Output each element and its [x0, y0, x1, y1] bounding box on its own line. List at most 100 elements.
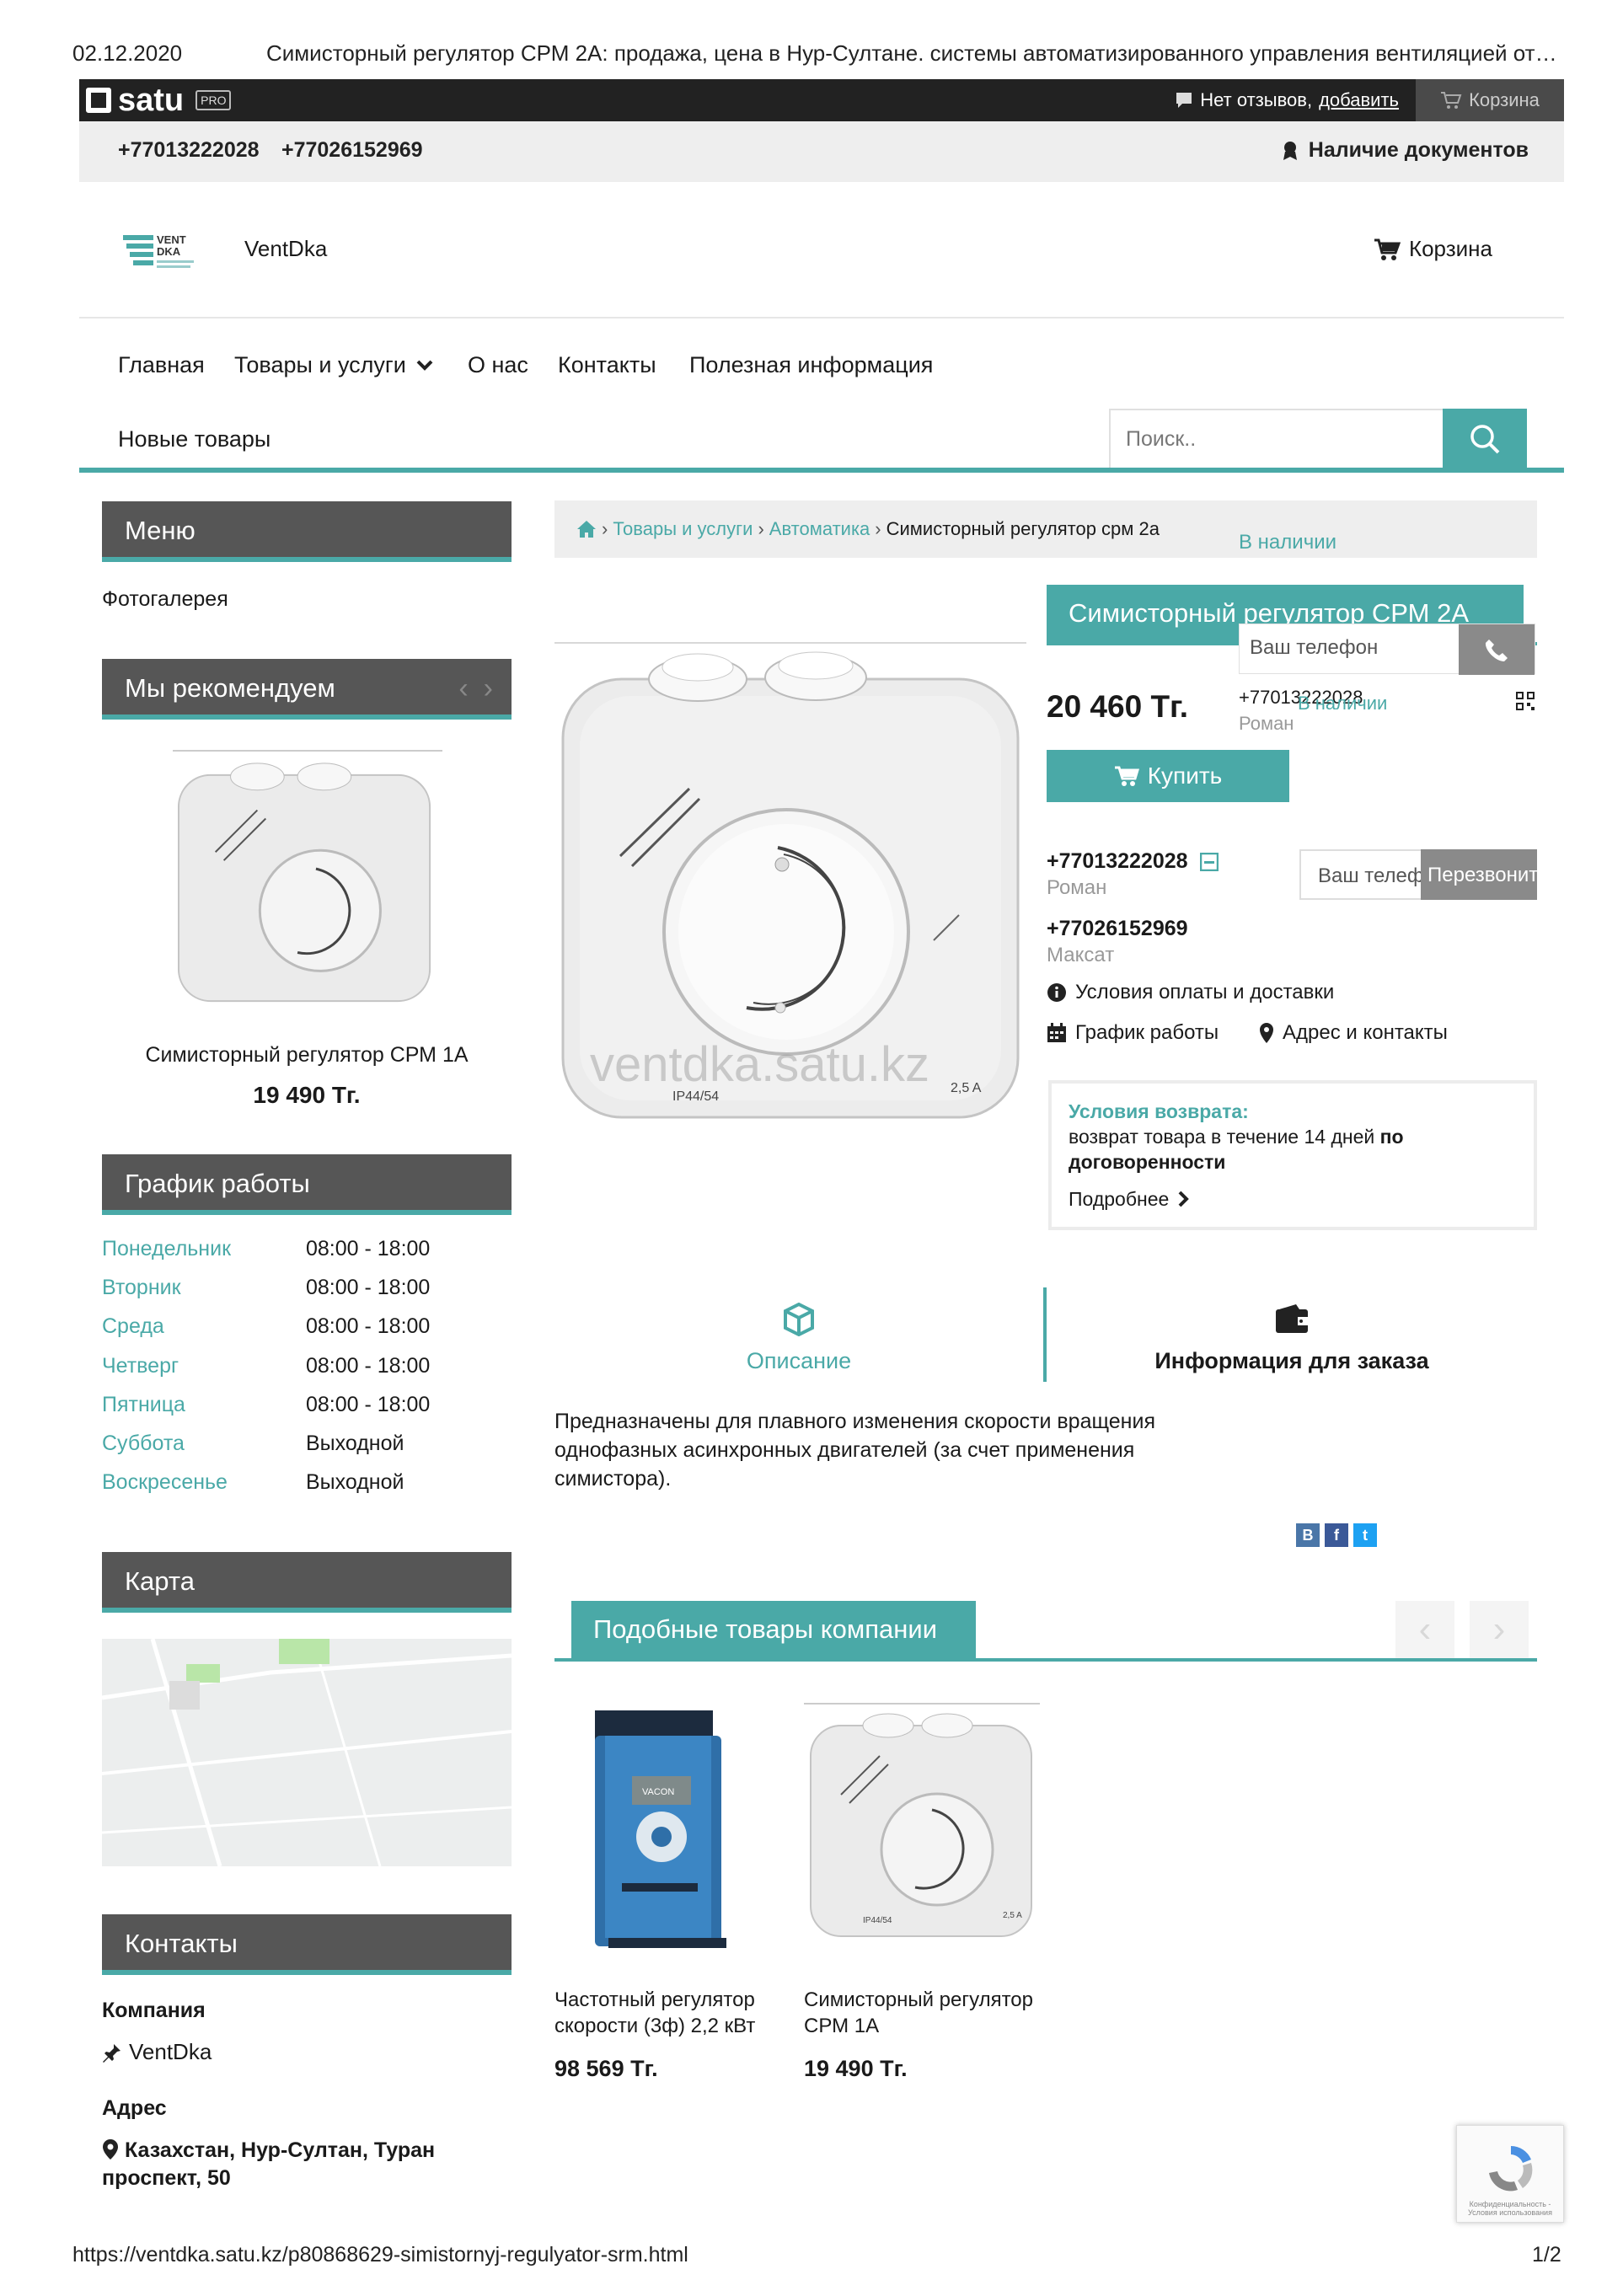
- chevron-down-icon: [416, 360, 433, 371]
- schedule-time: Выходной: [306, 1432, 404, 1455]
- schedule-link[interactable]: График работы: [1047, 1021, 1219, 1045]
- callback-phone-input[interactable]: Ваш телефон: [1299, 849, 1421, 900]
- home-icon[interactable]: [576, 520, 597, 538]
- calendar-icon: [1047, 1023, 1066, 1042]
- phone-popup-input[interactable]: Ваш телефон: [1239, 624, 1535, 675]
- map-marker-icon: [103, 2139, 118, 2160]
- address-label: Адрес: [102, 2096, 167, 2120]
- breadcrumb-separator: ›: [602, 518, 608, 539]
- recaptcha-icon: [1489, 2146, 1533, 2192]
- map-widget[interactable]: [102, 1639, 512, 1866]
- nav-underline: [79, 468, 1564, 473]
- cart-icon: [1114, 766, 1139, 786]
- product-price: 20 460 Тг.: [1047, 689, 1189, 724]
- award-icon: [1283, 141, 1297, 160]
- share-buttons: B f t: [1296, 1523, 1377, 1547]
- nav-new-goods[interactable]: Новые товары: [118, 426, 270, 452]
- satu-logo-icon: [86, 88, 111, 113]
- contacts-bar: +77013222028 +77026152969 Наличие докуме…: [79, 121, 1564, 182]
- availability-badge: В наличии: [1239, 531, 1337, 554]
- similar-product-image-2[interactable]: IP44/54 2,5 A: [804, 1702, 1040, 1955]
- collapse-icon[interactable]: [1199, 852, 1219, 871]
- schedule-time: 08:00 - 18:00: [306, 1276, 431, 1300]
- info-icon: [1047, 983, 1066, 1002]
- recommend-product-image[interactable]: [173, 750, 442, 1020]
- similar-product-title-1[interactable]: Частотный регулятор скорости (3ф) 2,2 кВ…: [554, 1987, 792, 2039]
- shop-cart-label: Корзина: [1408, 236, 1492, 261]
- contact-name-1: Роман: [1047, 876, 1107, 899]
- schedule-link-label: График работы: [1075, 1021, 1219, 1044]
- box-icon: [784, 1303, 814, 1336]
- similar-product-price-2: 19 490 Тг.: [804, 2056, 908, 2081]
- phone-popup-placeholder: Ваш телефон: [1250, 636, 1379, 659]
- payment-delivery-label: Условия оплаты и доставки: [1075, 981, 1335, 1003]
- schedule-time: 08:00 - 18:00: [306, 1392, 431, 1416]
- documents-link[interactable]: Наличие документов: [1282, 138, 1529, 163]
- photo-gallery-link[interactable]: Фотогалерея: [102, 587, 228, 612]
- payment-delivery-link[interactable]: Условия оплаты и доставки: [1047, 981, 1334, 1004]
- search-input[interactable]: Поиск..: [1109, 409, 1443, 469]
- chevron-right-icon[interactable]: ›: [484, 674, 493, 703]
- return-more-link[interactable]: Подробнее: [1069, 1186, 1517, 1212]
- header-phone-1[interactable]: +77013222028: [118, 138, 260, 163]
- schedule-time: 08:00 - 18:00: [306, 1314, 431, 1339]
- satu-logo[interactable]: satu PRO: [86, 82, 232, 118]
- shop-logo[interactable]: VENT DKA: [123, 232, 197, 276]
- twitter-share-icon[interactable]: t: [1353, 1523, 1377, 1547]
- satu-logo-text: satu: [118, 82, 185, 118]
- print-url: https://ventdka.satu.kz/p80868629-simist…: [72, 2243, 688, 2267]
- phone-popup-call-button[interactable]: [1459, 624, 1535, 675]
- facebook-share-icon[interactable]: f: [1325, 1523, 1348, 1547]
- similar-next-button[interactable]: ›: [1470, 1601, 1529, 1658]
- callback-button[interactable]: Перезвонить: [1421, 849, 1537, 900]
- address-text: Казахстан, Нур-Султан, Туран проспект, 5…: [102, 2137, 473, 2192]
- search-button[interactable]: [1443, 409, 1527, 469]
- schedule-time: Выходной: [306, 1470, 404, 1495]
- tab-description[interactable]: Описание: [554, 1289, 1043, 1382]
- satu-cart-label: Корзина: [1469, 89, 1540, 110]
- contact-name-2: Максат: [1047, 944, 1115, 966]
- return-more-label: Подробнее: [1069, 1188, 1170, 1210]
- header-phone-2[interactable]: +77026152969: [281, 138, 423, 163]
- chevron-left-icon[interactable]: ‹: [458, 674, 468, 703]
- nav-about[interactable]: О нас: [468, 352, 528, 378]
- recaptcha-badge[interactable]: Конфиденциальность - Условия использован…: [1456, 2125, 1564, 2223]
- similar-prev-button[interactable]: ‹: [1395, 1601, 1454, 1658]
- image-top-border: [554, 642, 1026, 644]
- nav-products[interactable]: Товары и услуги: [234, 352, 433, 378]
- recommend-title: Мы рекомендуем: [125, 673, 335, 703]
- breadcrumb-separator: ›: [758, 518, 764, 539]
- similar-product-title-2[interactable]: Симисторный регулятор СРМ 1А: [804, 1987, 1042, 2039]
- svg-text:2,5 A: 2,5 A: [1003, 1911, 1022, 1920]
- address-value: Казахстан, Нур-Султан, Туран проспект, 5…: [102, 2138, 436, 2190]
- nav-products-label: Товары и услуги: [234, 352, 406, 377]
- return-policy-title: Условия возврата:: [1069, 1100, 1249, 1122]
- breadcrumb: › Товары и услуги › Автоматика › Симисто…: [554, 500, 1537, 558]
- recommend-product-title[interactable]: Симисторный регулятор СРМ 1А: [102, 1043, 512, 1068]
- contacts-panel-title: Контакты: [102, 1914, 512, 1975]
- nav-home[interactable]: Главная: [118, 352, 205, 378]
- cart-icon: [1374, 238, 1401, 260]
- qr-code-icon[interactable]: [1515, 691, 1535, 711]
- shop-cart-button[interactable]: Корзина: [1374, 236, 1492, 262]
- address-contacts-label: Адрес и контакты: [1283, 1021, 1448, 1044]
- contact-phone-1-number[interactable]: +77013222028: [1047, 849, 1188, 874]
- contact-phone-2[interactable]: +77026152969: [1047, 917, 1188, 941]
- breadcrumb-products[interactable]: Товары и услуги: [613, 518, 753, 540]
- recommend-panel: Мы рекомендуем ‹ ›: [102, 659, 512, 720]
- shop-name[interactable]: VentDka: [244, 236, 327, 262]
- satu-cart-button[interactable]: Корзина: [1416, 79, 1564, 121]
- product-description: Предназначены для плавного изменения ско…: [554, 1410, 1155, 1491]
- schedule-time: 08:00 - 18:00: [306, 1353, 431, 1378]
- add-review-link[interactable]: добавить: [1319, 89, 1399, 111]
- buy-button[interactable]: Купить: [1047, 750, 1289, 802]
- address-contacts-link[interactable]: Адрес и контакты: [1259, 1021, 1448, 1045]
- similar-product-image-1[interactable]: VACON: [554, 1702, 790, 1955]
- nav-useful-info[interactable]: Полезная информация: [689, 352, 933, 378]
- schedule-day: Вторник: [102, 1276, 181, 1300]
- vk-share-icon[interactable]: B: [1296, 1523, 1320, 1547]
- breadcrumb-automation[interactable]: Автоматика: [769, 518, 870, 540]
- tab-order-info[interactable]: Информация для заказа: [1047, 1289, 1537, 1382]
- similar-product-price-1: 98 569 Тг.: [554, 2056, 658, 2081]
- nav-contacts[interactable]: Контакты: [558, 352, 656, 378]
